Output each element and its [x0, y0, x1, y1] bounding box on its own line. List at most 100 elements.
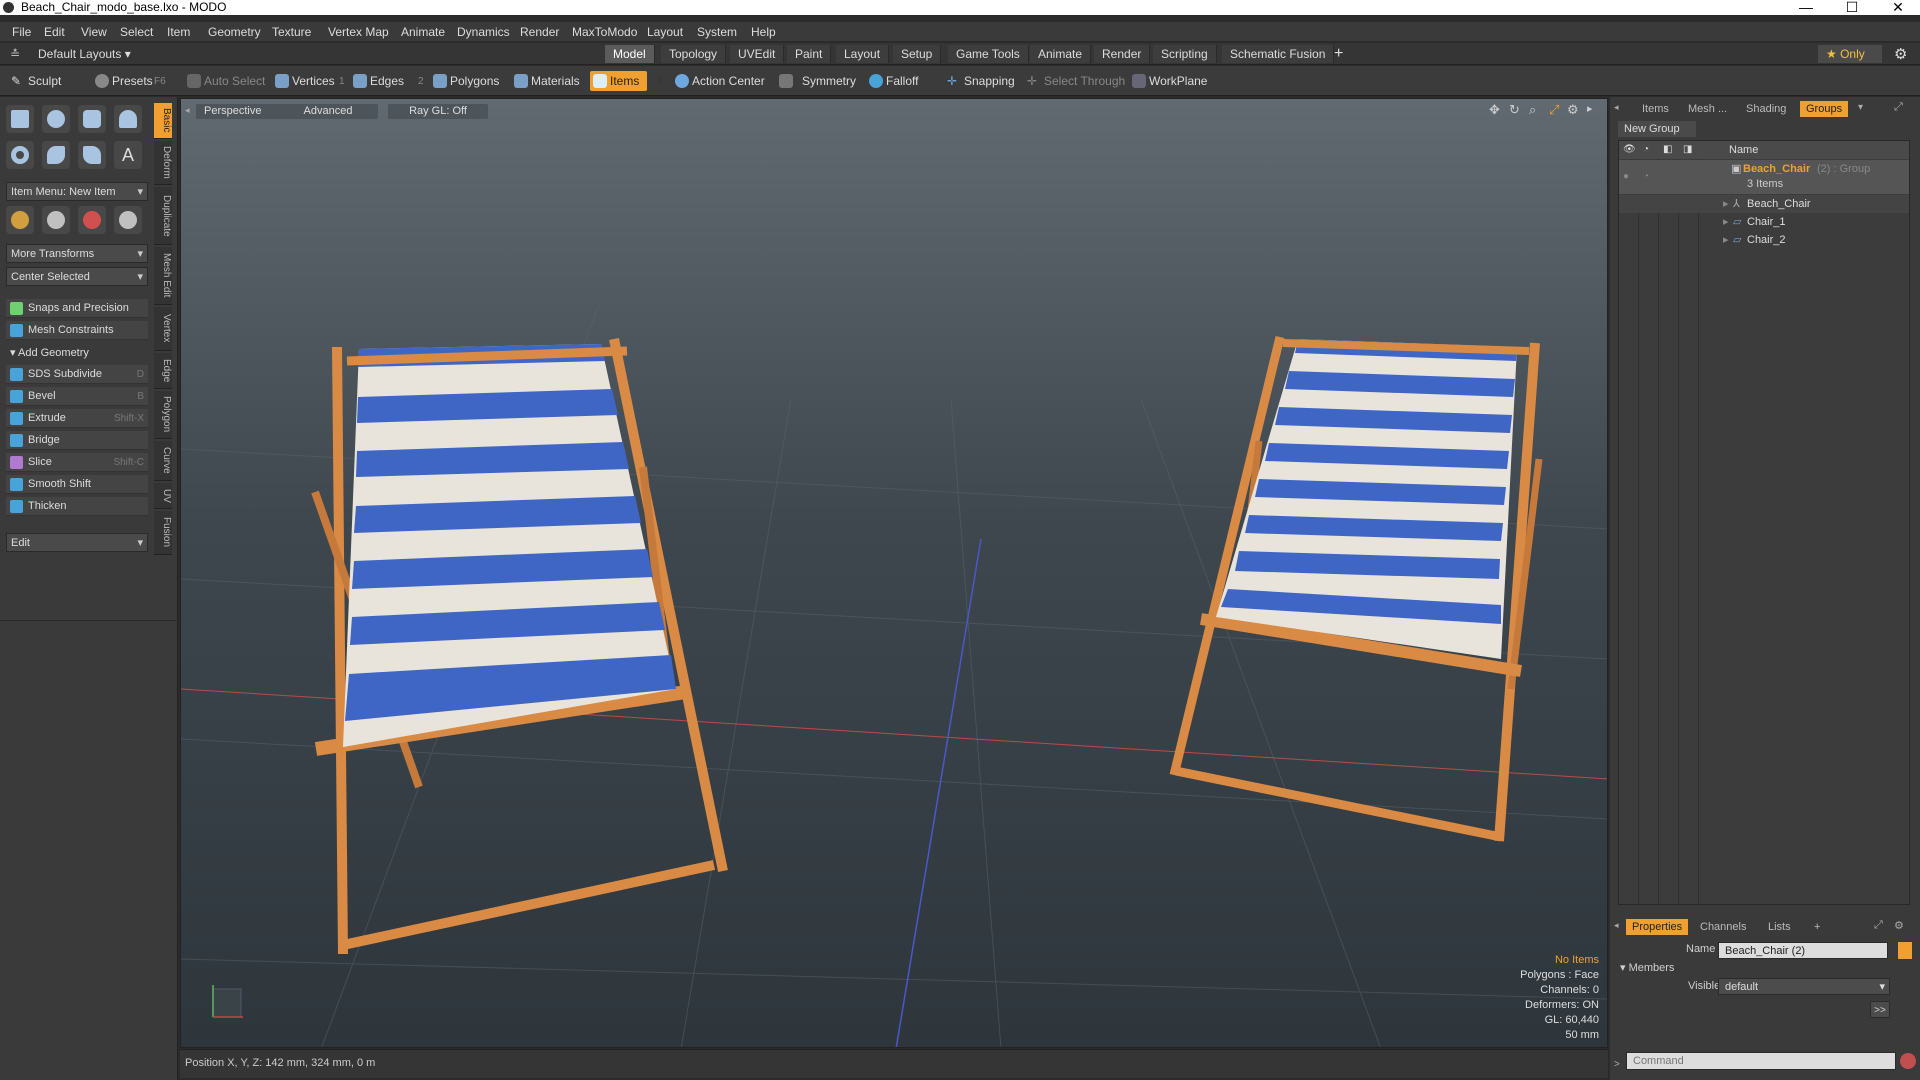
tab-scripting[interactable]: Scripting — [1153, 45, 1217, 63]
falloff-button[interactable]: Falloff — [866, 71, 918, 91]
text-tool-button[interactable]: A — [114, 141, 142, 169]
tab-shading[interactable]: Shading — [1740, 101, 1792, 117]
menu-layout[interactable]: Layout — [647, 25, 683, 39]
rotate-tool-button[interactable] — [78, 206, 106, 234]
tree-row-beach-chair[interactable]: ▸ ⅄ Beach_Chair — [1619, 195, 1909, 213]
workplane-button[interactable]: WorkPlane — [1129, 71, 1207, 91]
edit-dropdown[interactable]: Edit — [6, 533, 148, 553]
add-geometry-header[interactable]: ▾ Add Geometry — [6, 344, 148, 362]
tab-groups[interactable]: Groups — [1800, 101, 1849, 117]
menu-texture[interactable]: Texture — [272, 25, 311, 39]
eye-icon[interactable]: 👁 — [1623, 141, 1636, 159]
select-icon[interactable]: ◨ — [1683, 141, 1692, 159]
extrude-button[interactable]: Extrude Shift-X — [6, 409, 148, 428]
menu-select[interactable]: Select — [120, 25, 153, 39]
visible-dropdown[interactable]: default ▾ — [1718, 978, 1890, 995]
transform-tool-button[interactable] — [42, 206, 70, 234]
select-through-button[interactable]: ✛ Select Through — [1024, 71, 1125, 91]
menu-vertex-map[interactable]: Vertex Map — [328, 25, 389, 39]
cube-primitive-button[interactable] — [6, 105, 34, 133]
materials-button[interactable]: Materials — [511, 71, 580, 91]
tab-topology[interactable]: Topology — [661, 45, 727, 63]
smooth-shift-button[interactable]: Smooth Shift — [6, 475, 148, 494]
menu-view[interactable]: View — [81, 25, 107, 39]
action-center-button[interactable]: Action Center — [672, 71, 765, 91]
tab-properties[interactable]: Properties — [1626, 919, 1689, 935]
more-button[interactable]: >> — [1870, 1001, 1890, 1018]
vtab-vertex[interactable]: Vertex — [154, 307, 172, 351]
vtab-curve[interactable]: Curve — [154, 441, 172, 481]
presets-button[interactable]: Presets — [92, 71, 153, 91]
name-options-button[interactable] — [1898, 942, 1912, 959]
menu-render[interactable]: Render — [520, 25, 559, 39]
minimize-button[interactable]: — — [1786, 0, 1826, 14]
gear-icon[interactable]: ⚙ — [1894, 45, 1907, 63]
tab-lists[interactable]: Lists — [1762, 919, 1797, 935]
command-input[interactable]: Command — [1626, 1052, 1896, 1070]
expand-icon[interactable]: ▸ — [1723, 213, 1729, 231]
capsule-primitive-button[interactable] — [42, 141, 70, 169]
members-section[interactable]: ▾ Members — [1620, 961, 1674, 974]
group-visibility-icon[interactable]: ● — [1623, 168, 1629, 186]
new-group-button[interactable]: New Group — [1618, 121, 1696, 137]
menu-item[interactable]: Item — [167, 25, 190, 39]
tab-game-tools[interactable]: Game Tools — [948, 45, 1029, 63]
move-tool-button[interactable] — [6, 206, 34, 234]
props-maximize-icon[interactable]: ⤢ — [1874, 919, 1883, 932]
vtab-polygon[interactable]: Polygon — [154, 391, 172, 439]
add-tab-button[interactable]: + — [1334, 45, 1343, 63]
expand-icon[interactable]: ▸ — [1723, 231, 1729, 249]
snapping-button[interactable]: ✛ Snapping — [944, 71, 1015, 91]
props-menu-icon[interactable]: ◂ — [1614, 920, 1619, 931]
beach-chair-left[interactable] — [311, 337, 728, 955]
expand-icon[interactable]: ▸ — [1723, 195, 1729, 213]
tab-animate[interactable]: Animate — [1030, 45, 1092, 63]
thicken-button[interactable]: Thicken — [6, 497, 148, 516]
only-toggle[interactable]: ★ Only — [1818, 45, 1882, 63]
panel-maximize-icon[interactable]: ⤢ — [1894, 101, 1903, 114]
pen-tool-button[interactable] — [78, 141, 106, 169]
tab-uvedit[interactable]: UVEdit — [730, 45, 785, 63]
polygons-button[interactable]: Polygons — [430, 71, 499, 91]
render-icon[interactable]: ◔ — [1643, 141, 1649, 159]
group-render-icon[interactable]: ◔ — [1643, 168, 1649, 186]
menu-system[interactable]: System — [697, 25, 737, 39]
menu-animate[interactable]: Animate — [401, 25, 445, 39]
sds-subdivide-button[interactable]: SDS Subdivide D — [6, 365, 148, 384]
add-props-tab[interactable]: + — [1808, 919, 1826, 935]
maximize-button[interactable]: ☐ — [1832, 0, 1872, 14]
props-gear-icon[interactable]: ⚙ — [1894, 919, 1904, 932]
center-selected-dropdown[interactable]: Center Selected — [6, 267, 148, 287]
menu-edit[interactable]: Edit — [44, 25, 65, 39]
close-button[interactable]: ✕ — [1878, 0, 1918, 14]
menu-geometry[interactable]: Geometry — [208, 25, 261, 39]
torus-primitive-button[interactable] — [6, 141, 34, 169]
lock-icon[interactable]: ◧ — [1663, 141, 1672, 159]
beach-chair-right[interactable] — [1169, 335, 1543, 842]
tree-row-chair-2[interactable]: ▸ ▱ Chair_2 — [1619, 231, 1909, 249]
tab-channels[interactable]: Channels — [1694, 919, 1752, 935]
mesh-constraints-button[interactable]: Mesh Constraints — [6, 321, 148, 340]
menu-maxtomodo[interactable]: MaxToModo — [572, 25, 637, 39]
tree-row-chair-1[interactable]: ▸ ▱ Chair_1 — [1619, 213, 1909, 231]
snaps-precision-button[interactable]: Snaps and Precision — [6, 299, 148, 318]
panel-menu-icon[interactable]: ◂ — [1614, 102, 1619, 113]
vtab-fusion[interactable]: Fusion — [154, 511, 172, 555]
vertices-button[interactable]: Vertices — [272, 71, 335, 91]
more-transforms-dropdown[interactable]: More Transforms — [6, 244, 148, 264]
tab-items[interactable]: Items — [1636, 101, 1675, 117]
tab-mesh[interactable]: Mesh ... — [1682, 101, 1733, 117]
tab-setup[interactable]: Setup — [893, 45, 942, 63]
tab-schematic-fusion[interactable]: Schematic Fusion — [1222, 45, 1335, 63]
vtab-duplicate[interactable]: Duplicate — [154, 187, 172, 245]
tab-layout[interactable]: Layout — [836, 45, 890, 63]
3d-viewport[interactable]: ◂ Perspective Advanced Ray GL: Off ✥ ↻ ⌕… — [180, 98, 1608, 1048]
vtab-uv[interactable]: UV — [154, 483, 172, 509]
bridge-button[interactable]: Bridge — [6, 431, 148, 450]
sphere-primitive-button[interactable] — [42, 105, 70, 133]
tab-dropdown-icon[interactable]: ▾ — [1858, 102, 1863, 113]
record-icon[interactable] — [1900, 1053, 1916, 1069]
symmetry-button[interactable]: Symmetry — [776, 71, 856, 91]
item-menu-dropdown[interactable]: Item Menu: New Item — [6, 182, 148, 202]
tab-paint[interactable]: Paint — [787, 45, 832, 63]
